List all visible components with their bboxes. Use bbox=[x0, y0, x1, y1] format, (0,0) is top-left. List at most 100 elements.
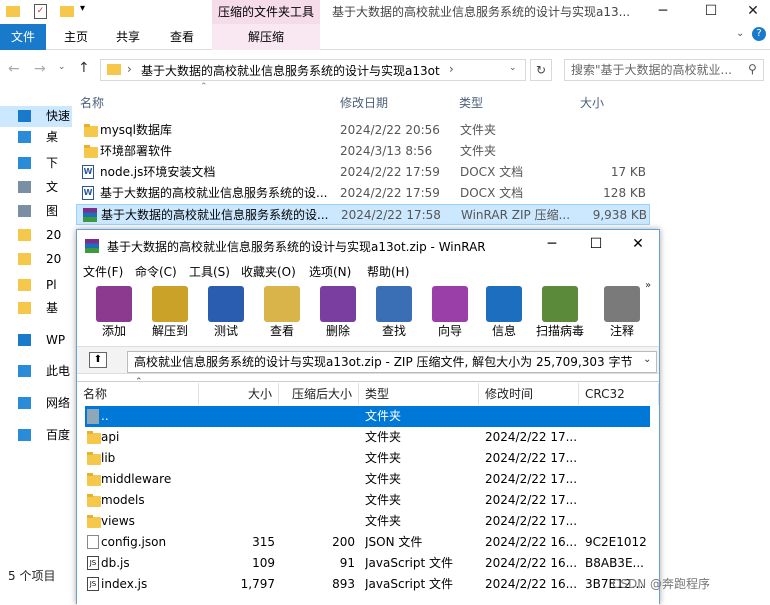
nav-item[interactable]: 快速 bbox=[0, 106, 72, 127]
breadcrumb-separator-icon[interactable]: › bbox=[449, 62, 454, 76]
tool-extract-button[interactable]: 解压到 bbox=[143, 284, 197, 342]
delete-icon bbox=[320, 286, 356, 322]
archive-type: JavaScript 文件 bbox=[365, 577, 453, 591]
archive-row[interactable]: config.json 315 200 JSON 文件 2024/2/22 16... 9… bbox=[85, 532, 650, 553]
archive-row[interactable]: JS index.js 1,797 893 JavaScript 文件 2024/2/22… bbox=[85, 574, 650, 595]
column-header-name[interactable]: 名称 bbox=[80, 92, 330, 114]
menu-commands[interactable]: 命令(C) bbox=[135, 262, 177, 282]
archive-modified: 2024/2/22 17... bbox=[485, 493, 578, 507]
desktop-icon bbox=[18, 131, 31, 143]
tool-label: 解压到 bbox=[151, 324, 188, 338]
winrar-path-field[interactable]: 高校就业信息服务系统的设计与实现a13ot.zip - ZIP 压缩文件, 解包… bbox=[127, 351, 657, 373]
menu-options[interactable]: 选项(N) bbox=[309, 262, 351, 282]
tool-test-button[interactable]: 测试 bbox=[199, 284, 253, 342]
nav-item[interactable]: 网络 bbox=[0, 393, 72, 414]
tab-share[interactable]: 共享 bbox=[108, 24, 148, 50]
close-button[interactable]: ✕ bbox=[730, 0, 770, 24]
file-row[interactable]: W 基于大数据的高校就业信息服务系统的设... 2024/2/22 17:59 DOC… bbox=[76, 183, 650, 204]
folder-icon bbox=[87, 473, 101, 486]
forward-icon[interactable]: → bbox=[34, 61, 46, 77]
file-row[interactable]: mysql数据库 2024/2/22 20:56 文件夹 bbox=[76, 120, 650, 141]
archive-row[interactable]: models 文件夹 2024/2/22 17... bbox=[85, 490, 650, 511]
customize-toolbar-icon[interactable]: ▾ bbox=[80, 3, 85, 14]
info-icon bbox=[486, 286, 522, 322]
address-dropdown-icon[interactable]: ⌄ bbox=[509, 63, 517, 73]
new-folder-icon[interactable] bbox=[60, 6, 74, 17]
up-one-level-icon[interactable]: ⬆ bbox=[89, 352, 107, 368]
archive-type: JavaScript 文件 bbox=[365, 556, 453, 570]
up-icon[interactable]: ↑ bbox=[78, 60, 90, 76]
file-size: 17 KB bbox=[610, 165, 646, 179]
tool-wizard-button[interactable]: 向导 bbox=[423, 284, 477, 342]
column-header-type[interactable]: 类型 bbox=[459, 92, 569, 114]
tool-add-button[interactable]: 添加 bbox=[87, 284, 141, 342]
menu-tools[interactable]: 工具(S) bbox=[189, 262, 230, 282]
nav-item-label: Pl bbox=[46, 278, 57, 292]
archive-row[interactable]: .. 文件夹 bbox=[85, 406, 650, 427]
search-input[interactable]: 搜索"基于大数据的高校就业... bbox=[564, 59, 764, 81]
column-header-packed[interactable]: 压缩后大小 bbox=[279, 383, 359, 405]
file-row[interactable]: 环境部署软件 2024/3/13 8:56 文件夹 bbox=[76, 141, 650, 162]
nav-item[interactable]: 此电 bbox=[0, 361, 72, 382]
tab-file[interactable]: 文件 bbox=[0, 24, 46, 50]
nav-item[interactable]: 图 bbox=[0, 201, 72, 222]
nav-item[interactable]: 基 bbox=[0, 298, 72, 319]
recent-locations-icon[interactable]: ⌄ bbox=[58, 62, 66, 72]
path-dropdown-icon[interactable]: ⌄ bbox=[643, 354, 651, 365]
sort-indicator-icon: ⌃ bbox=[200, 82, 208, 92]
tool-info-button[interactable]: 信息 bbox=[477, 284, 531, 342]
column-header-size[interactable]: 大小 bbox=[199, 383, 279, 405]
nav-item[interactable]: 文 bbox=[0, 177, 72, 198]
menu-file[interactable]: 文件(F) bbox=[83, 262, 123, 282]
expand-ribbon-icon[interactable]: ⌄ bbox=[736, 28, 744, 39]
column-header-name[interactable]: 名称 bbox=[77, 383, 199, 405]
archive-row[interactable]: lib 文件夹 2024/2/22 17... bbox=[85, 448, 650, 469]
archive-name: .. bbox=[101, 409, 109, 423]
tool-virusscan-button[interactable]: 扫描病毒 bbox=[533, 284, 587, 342]
column-header-crc[interactable]: CRC32 bbox=[579, 383, 659, 405]
properties-icon[interactable]: ✓ bbox=[34, 4, 47, 19]
menu-favorites[interactable]: 收藏夹(O) bbox=[241, 262, 296, 282]
tool-view-button[interactable]: 查看 bbox=[255, 284, 309, 342]
menu-help[interactable]: 帮助(H) bbox=[367, 262, 409, 282]
column-header-type[interactable]: 类型 bbox=[359, 383, 479, 405]
find-icon bbox=[376, 286, 412, 322]
minimize-button[interactable]: ─ bbox=[640, 0, 686, 24]
column-header-modified[interactable]: 修改时间 bbox=[479, 383, 579, 405]
breadcrumb-current[interactable]: 基于大数据的高校就业信息服务系统的设计与实现a13ot bbox=[141, 62, 447, 79]
tool-find-button[interactable]: 查找 bbox=[367, 284, 421, 342]
tab-extract[interactable]: 解压缩 bbox=[212, 24, 320, 50]
nav-item[interactable]: 百度 bbox=[0, 425, 72, 446]
archive-type: 文件夹 bbox=[365, 472, 402, 486]
folder-icon[interactable] bbox=[6, 6, 20, 17]
refresh-button[interactable]: ↻ bbox=[530, 59, 552, 81]
back-icon[interactable]: ← bbox=[8, 61, 20, 77]
tool-delete-button[interactable]: 删除 bbox=[311, 284, 365, 342]
archive-row[interactable]: api 文件夹 2024/2/22 17... bbox=[85, 427, 650, 448]
column-header-date[interactable]: 修改日期 bbox=[340, 92, 450, 114]
file-row[interactable]: 基于大数据的高校就业信息服务系统的设... 2024/2/22 17:58 WinR… bbox=[76, 204, 650, 225]
nav-item[interactable]: 20 bbox=[0, 225, 72, 246]
tab-home[interactable]: 主页 bbox=[56, 24, 96, 50]
tab-view[interactable]: 查看 bbox=[162, 24, 202, 50]
nav-item[interactable]: Pl bbox=[0, 275, 72, 296]
winrar-maximize-button[interactable]: ☐ bbox=[581, 236, 611, 252]
nav-item[interactable]: WP bbox=[0, 330, 72, 351]
address-bar[interactable]: › 基于大数据的高校就业信息服务系统的设计与实现a13ot › ⌄ bbox=[100, 59, 526, 81]
archive-row[interactable]: views 文件夹 2024/2/22 17... bbox=[85, 511, 650, 532]
help-icon[interactable]: ? bbox=[752, 27, 766, 41]
column-header-size[interactable]: 大小 bbox=[580, 92, 640, 114]
nav-item[interactable]: 20 bbox=[0, 249, 72, 270]
archive-row[interactable]: JS db.js 109 91 JavaScript 文件 2024/2/22 16...… bbox=[85, 553, 650, 574]
nav-item[interactable]: 桌 bbox=[0, 127, 72, 148]
file-row[interactable]: Wnode.js环境安装文档 2024/2/22 17:59 DOCX 文档 17 K… bbox=[76, 162, 650, 183]
file-date: 2024/2/22 20:56 bbox=[340, 123, 440, 137]
maximize-button[interactable]: ☐ bbox=[688, 0, 734, 24]
winrar-minimize-button[interactable]: ─ bbox=[537, 236, 567, 252]
toolbar-overflow-icon[interactable]: » bbox=[645, 280, 651, 291]
archive-row[interactable]: middleware 文件夹 2024/2/22 17... bbox=[85, 469, 650, 490]
tool-comment-button[interactable]: 注释 bbox=[595, 284, 649, 342]
nav-item[interactable]: 下 bbox=[0, 153, 72, 174]
file-type: 文件夹 bbox=[460, 144, 497, 158]
winrar-close-button[interactable]: ✕ bbox=[623, 236, 653, 252]
